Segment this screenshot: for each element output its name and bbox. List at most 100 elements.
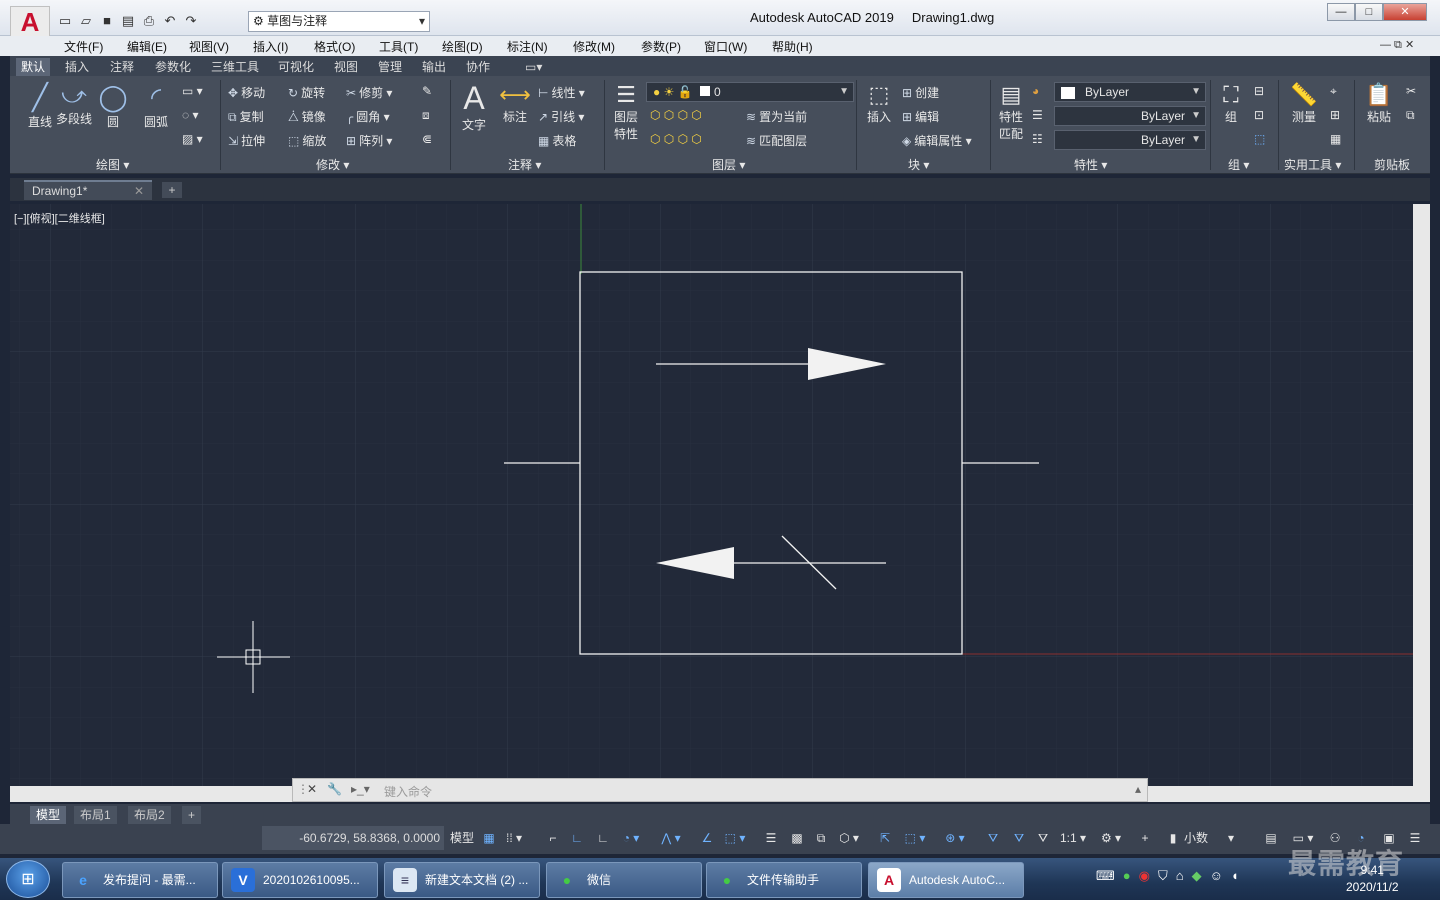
volume-icon[interactable]: ◖ [1231,868,1239,884]
gizmo-icon[interactable]: ⊛ ▾ [942,828,968,848]
undo-icon[interactable]: ↶ [161,12,179,30]
ribbon-minimize-icon[interactable]: ▭▾ [520,58,547,76]
tab-collaborate[interactable]: 协作 [461,58,495,76]
ortho-icon[interactable]: ∟ [568,828,586,848]
wechat-tray-icon[interactable]: ● [1123,868,1131,884]
clipboard-panel-title[interactable]: 剪贴板 [1374,156,1410,173]
quick-select-icon[interactable]: ⊞ [1330,108,1340,122]
auto-scale-icon[interactable]: ⛛ [1010,828,1028,848]
transparency-icon[interactable]: ▩ [788,828,806,848]
tab-layout2[interactable]: 布局2 [128,806,171,824]
block-panel-title[interactable]: 块 ▾ [908,156,929,173]
linear-tool[interactable]: ⊢ 线性 ▾ [538,84,585,101]
taskbar-item-video[interactable]: V 2020102610095... [222,862,378,898]
tab-layout1[interactable]: 布局1 [74,806,117,824]
layer-properties-tool[interactable]: ☰ 图层 特性 [608,82,644,142]
selection-cycling-icon[interactable]: ⧉ [812,828,830,848]
save-as-icon[interactable]: ▤ [119,12,137,30]
taskbar-item-browser[interactable]: e 发布提问 - 最需... [62,862,218,898]
group-tool[interactable]: ⛶ 组 [1214,82,1248,125]
tab-insert[interactable]: 插入 [60,58,94,76]
polar-tracking-icon[interactable]: ◔ ▾ [618,828,644,848]
keyboard-icon[interactable]: ⌨ [1096,868,1115,884]
new-file-icon[interactable]: ▭ [56,12,74,30]
tab-3d-tools[interactable]: 三维工具 [206,58,264,76]
menu-tools[interactable]: 工具(T) [379,38,418,55]
text-tool[interactable]: A 文字 [456,80,492,133]
qq-icon[interactable]: ☺ [1210,868,1223,884]
vertical-scrollbar[interactable] [1413,204,1430,786]
edit-block-tool[interactable]: ⊞ 编辑 [902,108,939,125]
lineweight-select[interactable]: ByLayer ▼ [1054,130,1206,150]
maximize-button[interactable]: □ [1355,3,1383,21]
menu-edit[interactable]: 编辑(E) [127,38,167,55]
menu-view[interactable]: 视图(V) [189,38,229,55]
menu-window[interactable]: 窗口(W) [704,38,747,55]
layer-tools-row-1[interactable]: ⬡ ⬡ ⬡ ⬡ [650,108,702,122]
layers-panel-title[interactable]: 图层 ▾ [712,156,745,173]
save-icon[interactable]: ■ [98,12,116,30]
tab-default[interactable]: 默认 [16,58,51,76]
leader-tool[interactable]: ↗ 引线 ▾ [538,108,584,125]
tab-model[interactable]: 模型 [30,806,67,824]
modify-panel-title[interactable]: 修改 ▾ [316,156,349,173]
annotation-visibility-icon[interactable]: ⛛ [984,828,1002,848]
menu-parametric[interactable]: 参数(P) [641,38,681,55]
rotate-tool[interactable]: ↻ 旋转 [288,84,325,101]
create-block-tool[interactable]: ⊞ 创建 [902,84,939,101]
menu-draw[interactable]: 绘图(D) [442,38,483,55]
plus-icon[interactable]: + [1136,828,1154,848]
cut-icon[interactable]: ✂ [1406,84,1416,98]
match-layer-tool[interactable]: ≋ 匹配图层 [746,132,807,149]
set-current-tool[interactable]: ≋ 置为当前 [746,108,807,125]
menu-format[interactable]: 格式(O) [314,38,355,55]
lineweight-display-icon[interactable]: ☰ [762,828,780,848]
id-point-icon[interactable]: ⌖ [1330,84,1337,99]
layer-tools-row-2[interactable]: ⬡ ⬡ ⬡ ⬡ [650,132,702,146]
object-snap-tracking-icon[interactable]: ∠ [698,828,716,848]
start-button[interactable]: ⊞ [6,860,50,898]
move-tool[interactable]: ✥ 移动 [228,84,265,101]
calculator-icon[interactable]: ▦ [1330,132,1341,146]
tab-view[interactable]: 视图 [329,58,363,76]
dynamic-input-icon[interactable]: ⌐ [544,828,562,848]
taskbar-item-autocad[interactable]: A Autodesk AutoC... [868,862,1024,898]
groups-panel-title[interactable]: 组 ▾ [1228,156,1249,173]
3d-osnap-icon[interactable]: ⬡ ▾ [836,828,862,848]
selection-filter-icon[interactable]: ⬚ ▾ [902,828,928,848]
document-window-controls[interactable]: — ⧉ ✕ [1380,38,1414,52]
stretch-tool[interactable]: ⇲ 拉伸 [228,132,265,149]
close-icon[interactable]: ✕ [134,182,144,200]
document-tab[interactable]: Drawing1* ✕ [24,180,152,200]
minimize-button[interactable]: — [1327,3,1355,21]
polyline-tool[interactable]: ⤻ 多段线 [54,82,94,127]
dynamic-ucs-icon[interactable]: ⇱ [876,828,894,848]
annotation-scale-icon[interactable]: ⛛ [1034,828,1052,848]
plot-icon[interactable]: ⎙ [140,12,158,30]
tab-visualize[interactable]: 可视化 [273,58,319,76]
gear-icon[interactable]: ⚙ ▾ [1096,828,1126,848]
copy-clip-icon[interactable]: ⧉ [1406,108,1415,123]
close-icon[interactable]: ✕ [307,782,317,796]
workspace-select[interactable]: ⚙ 草图与注释 ▾ [248,11,430,32]
menu-modify[interactable]: 修改(M) [573,38,615,55]
color-select[interactable]: ByLayer ▼ [1054,82,1206,102]
tab-output[interactable]: 输出 [417,58,451,76]
menu-help[interactable]: 帮助(H) [772,38,813,55]
tab-manage[interactable]: 管理 [373,58,407,76]
utilities-panel-title[interactable]: 实用工具 ▾ [1284,156,1341,173]
arc-tool[interactable]: ◜ 圆弧 [138,82,174,130]
offset-icon[interactable]: ⧈ [422,108,430,123]
edit-attributes-tool[interactable]: ◈ 编辑属性 ▾ [902,132,972,149]
viewport-controls-label[interactable]: [−][俯视][二维线框] [14,210,105,226]
match-properties-tool[interactable]: ▤ 特性 匹配 [994,82,1028,142]
snap-icon[interactable]: ⁞⁞ ▾ [502,828,526,848]
boundary-icon[interactable]: ▨ ▾ [182,132,203,146]
explode-icon[interactable]: ⋐ [422,132,432,146]
object-snap-icon[interactable]: ⬚ ▾ [722,828,748,848]
tab-parametric[interactable]: 参数化 [150,58,196,76]
application-menu-button[interactable]: A [10,6,50,38]
table-tool[interactable]: ▦ 表格 [538,132,576,149]
menu-insert[interactable]: 插入(I) [253,38,288,55]
system-clock[interactable]: 9:41 2020/11/2 [1346,862,1399,896]
